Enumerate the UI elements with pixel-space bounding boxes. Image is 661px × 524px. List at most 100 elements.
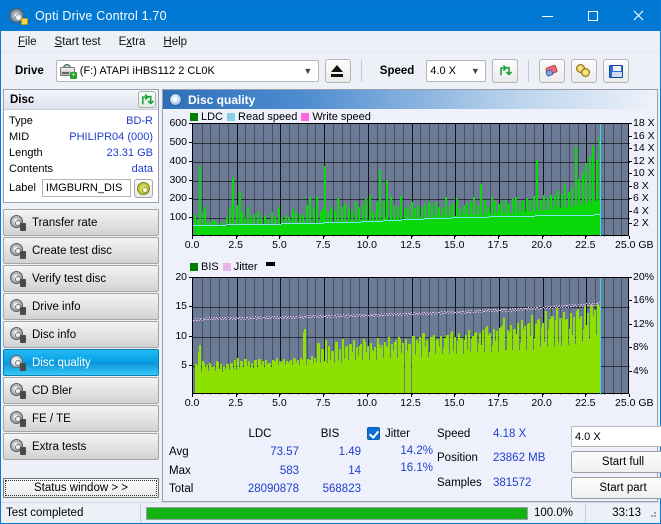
disc-label-field[interactable]: IMGBURN_DIS [41, 179, 131, 197]
y-axis-tick [189, 335, 192, 337]
toolbar-divider-2 [528, 60, 530, 82]
menu-help[interactable]: Help [154, 34, 196, 50]
chart-line-segment [538, 308, 540, 310]
cd-icon [137, 181, 150, 195]
chart-line-segment [546, 307, 548, 309]
sidebar-item-label: Extra tests [32, 440, 87, 453]
x-axis-tick [629, 236, 630, 239]
ldc-chart[interactable]: LDC Read speed Write speed 100 200 300 400 5… [163, 111, 657, 261]
resize-grip-icon[interactable] [646, 507, 658, 519]
sidebar-item-extra-tests[interactable]: Extra tests [3, 433, 159, 460]
settings-button[interactable] [571, 59, 598, 83]
chart-line-segment [400, 312, 402, 314]
y-axis-tick [189, 123, 192, 124]
jitter-block: Jitter 14.2% 16.1% [367, 425, 433, 499]
chart-line-segment [376, 315, 378, 317]
x-axis-tick-label: 0.0 [184, 397, 200, 409]
menu-extra[interactable]: Extra [110, 34, 155, 50]
chart-line-segment [568, 306, 570, 308]
chart-line-segment [199, 320, 200, 322]
stats-corner [169, 425, 221, 442]
chart-line-segment [401, 314, 403, 316]
chart-line-segment [326, 314, 328, 316]
chart-line-segment [386, 313, 388, 315]
chart-line-segment [571, 306, 573, 308]
chart-line-segment [338, 316, 340, 318]
chart-line-segment [285, 315, 287, 317]
menu-start-test[interactable]: Start test [46, 34, 110, 50]
erase-button[interactable] [539, 59, 566, 83]
chart-line-segment [543, 308, 545, 310]
chart-line-segment [225, 317, 227, 319]
legend-item-bis: BIS [190, 261, 219, 273]
disc-row-length: Length 23.31 GB [9, 145, 153, 161]
chart-line-segment [372, 313, 374, 315]
chart-line-segment [202, 320, 203, 322]
start-full-button[interactable]: Start full [571, 451, 661, 473]
chart-line-segment [592, 305, 594, 307]
sidebar-item-disc-quality[interactable]: Disc quality [3, 349, 159, 376]
drive-select[interactable]: + (F:) ATAPI iHBS112 2 CL0K ▼ [55, 60, 319, 82]
y-axis-tick-label: 10 [175, 329, 187, 342]
chart-line-segment [504, 309, 506, 310]
chart-line-segment [275, 318, 277, 320]
gears-icon [576, 64, 592, 78]
title-bar: Opti Drive Control 1.70 [1, 1, 660, 31]
chart-line-segment [505, 310, 507, 312]
disc-icon [10, 355, 26, 371]
samples-label: Samples [437, 476, 482, 489]
sidebar-item-drive-info[interactable]: Drive info [3, 293, 159, 320]
sidebar-item-fe-te[interactable]: FE / TE [3, 405, 159, 432]
sidebar-item-transfer-rate[interactable]: Transfer rate [3, 209, 159, 236]
chart-line-segment [335, 316, 337, 318]
jitter-checkbox[interactable] [367, 427, 380, 440]
eject-button[interactable] [324, 59, 351, 83]
y2-axis-tick [629, 123, 632, 124]
speed-label: Speed [379, 65, 415, 77]
menu-file[interactable]: File [9, 34, 46, 50]
y-axis-tick [189, 160, 192, 162]
speed-select[interactable]: 4.0 X ▼ [426, 60, 487, 82]
chart-line-segment [327, 316, 329, 318]
sidebar-item-create-test-disc[interactable]: Create test disc [3, 237, 159, 264]
x-axis-tick-label: 10.0 [356, 239, 378, 251]
chart-line-segment [414, 314, 416, 316]
close-button[interactable] [615, 1, 660, 31]
disc-icon [10, 271, 26, 287]
refresh-button[interactable]: ↱ ↴ [492, 59, 519, 83]
chart-line-segment [581, 305, 583, 307]
maximize-button[interactable] [570, 1, 615, 31]
chevron-down-icon: ▼ [470, 66, 480, 76]
disc-icon [10, 327, 26, 343]
start-part-button[interactable]: Start part [571, 477, 661, 499]
position-cursor [600, 278, 601, 395]
sidebar-item-cd-bler[interactable]: CD Bler [3, 377, 159, 404]
legend-label: Write speed [312, 111, 371, 123]
chart-line-segment [227, 316, 229, 318]
disc-refresh-button[interactable]: ↱ ↴ [138, 91, 156, 108]
stats-header-bis: BIS [320, 427, 340, 440]
disc-row-value: data [131, 163, 153, 175]
sidebar-item-verify-test-disc[interactable]: Verify test disc [3, 265, 159, 292]
x-axis-tick [192, 394, 193, 397]
chart-line-segment [486, 310, 488, 312]
chart-line-segment [252, 316, 254, 318]
status-window-button[interactable]: Status window > > [3, 478, 159, 498]
chart-line-segment [398, 314, 400, 316]
sidebar-item-disc-info[interactable]: Disc info [3, 321, 159, 348]
chart-line-segment [434, 313, 436, 315]
disc-icon [10, 439, 26, 455]
refresh-icon: ↱ ↴ [139, 91, 155, 107]
chart-line-segment [382, 314, 384, 316]
legend-item-write-speed: Write speed [301, 111, 371, 123]
jitter-checkbox-row[interactable]: Jitter [367, 425, 433, 442]
chart-line-segment [228, 318, 230, 320]
test-speed-select[interactable]: 4.0 X ▼ [571, 426, 661, 447]
bis-jitter-chart[interactable]: BIS Jitter 5 10 15 20 4% 8% 12% 16% 20% 0.0 2.5 5.0… [163, 261, 657, 418]
minimize-button[interactable] [525, 1, 570, 31]
stats-row-label-max: Max [169, 464, 191, 477]
window-title: Opti Drive Control 1.70 [35, 9, 167, 23]
disc-label-button[interactable] [134, 178, 153, 198]
save-button[interactable] [603, 59, 630, 83]
legend-item-jitter: Jitter [222, 261, 258, 273]
